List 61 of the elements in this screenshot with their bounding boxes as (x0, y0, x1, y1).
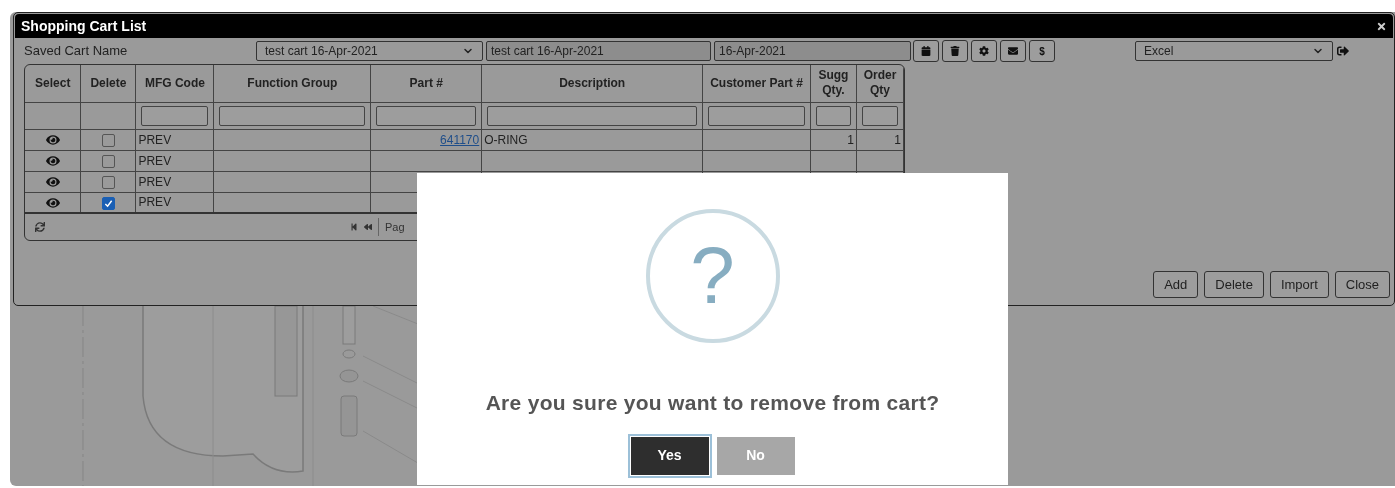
settings-button[interactable] (971, 40, 997, 62)
column-header: Order Qty (856, 65, 904, 102)
action-button[interactable]: Import (1269, 271, 1329, 298)
column-header: Select (25, 65, 81, 102)
table-cell: PREV (135, 150, 214, 171)
filter-field[interactable] (141, 105, 209, 126)
first-page-icon[interactable] (350, 223, 358, 231)
table-cell: 1 (847, 132, 854, 147)
action-button[interactable]: Close (1334, 271, 1390, 298)
filter-field[interactable] (219, 105, 366, 126)
export-format-select[interactable]: Excel (1135, 41, 1333, 61)
table-cell: O-RING (484, 132, 528, 147)
delete-checkbox[interactable] (101, 133, 115, 147)
calendar-icon (921, 46, 931, 56)
view-icon[interactable] (45, 133, 60, 148)
delete-checkbox[interactable] (101, 175, 115, 189)
column-header: Part # (370, 65, 482, 102)
delete-checkbox[interactable] (101, 154, 115, 168)
view-icon[interactable] (45, 175, 60, 190)
envelope-icon (1008, 46, 1018, 56)
pager-text: Pag (385, 219, 405, 235)
previous-page-icon[interactable] (364, 223, 372, 231)
window-title: Shopping Cart List (21, 16, 147, 36)
filter-field[interactable] (708, 105, 805, 126)
filter-field[interactable] (861, 105, 898, 126)
refresh-icon[interactable] (35, 222, 45, 232)
view-icon[interactable] (45, 196, 60, 211)
table-cell: PREV (135, 171, 214, 192)
export-icon[interactable] (1337, 45, 1349, 57)
column-header: MFG Code (135, 65, 214, 102)
question-icon: ? (645, 209, 780, 343)
delete-button[interactable] (942, 40, 968, 62)
check-icon (103, 198, 113, 208)
filter-field[interactable] (816, 105, 851, 126)
table-cell: PREV (135, 192, 214, 213)
close-icon[interactable] (1376, 20, 1387, 32)
column-header: Customer Part # (702, 65, 811, 102)
column-header: Sugg Qty. (810, 65, 857, 102)
table-cell: 1 (894, 132, 901, 147)
cart-select[interactable]: test cart 16-Apr-2021 (256, 41, 483, 61)
trash-icon (950, 46, 960, 56)
column-header: Description (481, 65, 703, 102)
delete-checkbox[interactable] (101, 196, 115, 210)
action-button[interactable]: Delete (1204, 271, 1264, 298)
cart-name-field[interactable]: test cart 16-Apr-2021 (486, 41, 711, 61)
dialog-message: Are you sure you want to remove from cart? (485, 390, 940, 416)
part-link[interactable]: 641170 (440, 132, 480, 147)
table-cell: PREV (135, 129, 214, 150)
action-button[interactable]: Add (1153, 271, 1199, 298)
filter-field[interactable] (487, 105, 698, 126)
date-field[interactable]: 16-Apr-2021 (714, 41, 911, 61)
column-header: Delete (80, 65, 136, 102)
column-header: Function Group (213, 65, 371, 102)
dialog-button[interactable]: Yes (630, 436, 709, 475)
email-button[interactable] (1000, 40, 1026, 62)
field-label: Saved Cart Name (24, 42, 129, 61)
calendar-button[interactable] (913, 40, 939, 62)
view-icon[interactable] (45, 154, 60, 169)
filter-field[interactable] (376, 105, 477, 126)
price-button[interactable]: $ (1029, 40, 1055, 62)
settings-icon (979, 46, 989, 56)
